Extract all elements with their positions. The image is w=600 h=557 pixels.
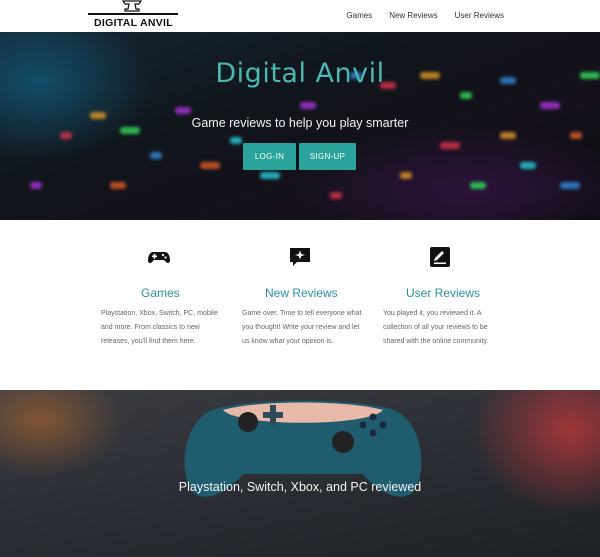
login-button[interactable]: LOG-IN [243, 143, 296, 170]
nav-new-reviews[interactable]: New Reviews [389, 11, 437, 20]
logo-text: DIGITAL ANVIL [94, 17, 173, 29]
nav-user-reviews[interactable]: User Reviews [455, 11, 504, 20]
site-header: DIGITAL ANVIL Games New Reviews User Rev… [0, 0, 600, 32]
hero-section: Digital Anvil Game reviews to help you p… [0, 32, 600, 220]
bottom-banner: Playstation, Switch, Xbox, and PC review… [0, 390, 600, 557]
nav-games[interactable]: Games [346, 11, 372, 20]
feature-description: You played it, you reviewed it. A collec… [383, 310, 489, 345]
main-nav: Games New Reviews User Reviews [346, 11, 504, 20]
feature-description: Game over. Time to tell everyone what yo… [242, 310, 362, 345]
feature-title[interactable]: User Reviews [406, 286, 480, 300]
features-section: Games Playstation, Xbox, Switch, PC, mob… [0, 220, 600, 390]
feature-title[interactable]: Games [141, 286, 180, 300]
edit-square-icon [430, 247, 450, 267]
hero-subtitle: Game reviews to help you play smarter [191, 116, 409, 130]
banner-text: Playstation, Switch, Xbox, and PC review… [178, 480, 422, 494]
signup-button[interactable]: SIGN-UP [299, 143, 356, 170]
feature-description: Playstation, Xbox, Switch, PC, mobile an… [101, 310, 218, 345]
logo[interactable]: DIGITAL ANVIL [88, 0, 178, 32]
feature-title[interactable]: New Reviews [265, 286, 338, 300]
anvil-icon [121, 0, 143, 12]
hero-title: Digital Anvil [215, 58, 385, 89]
sparkle-chat-icon [290, 248, 310, 266]
logo-underline [88, 13, 178, 15]
gamepad-icon [148, 252, 170, 264]
